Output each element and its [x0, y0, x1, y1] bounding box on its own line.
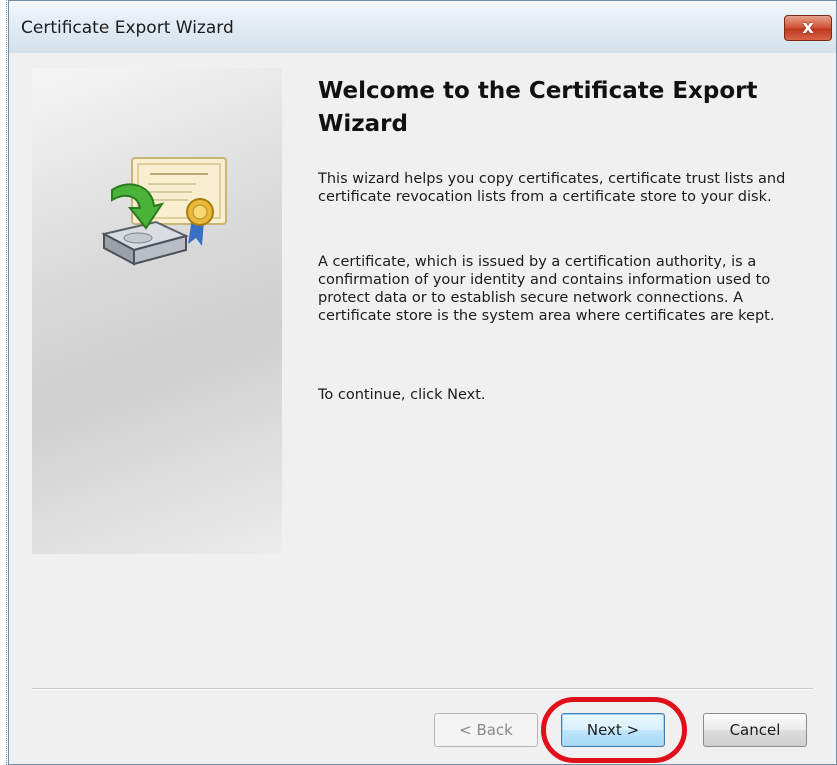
certificate-description-paragraph: A certificate, which is issued by a cert…: [318, 254, 775, 324]
window-title: Certificate Export Wizard: [21, 18, 234, 38]
wizard-side-panel: [32, 68, 282, 554]
title-bar[interactable]: Certificate Export Wizard x: [9, 1, 836, 54]
close-icon: x: [802, 17, 814, 38]
next-button[interactable]: Next >: [561, 713, 665, 747]
back-button[interactable]: < Back: [434, 713, 538, 747]
dialog-body: Welcome to the Certificate Export Wizard…: [9, 53, 836, 764]
close-button[interactable]: x: [784, 15, 832, 41]
certificate-export-wizard-dialog: Certificate Export Wizard x Welcome to t…: [8, 0, 837, 765]
intro-paragraph: This wizard helps you copy certificates,…: [318, 171, 786, 205]
cancel-button[interactable]: Cancel: [703, 713, 807, 747]
footer-separator: [32, 688, 813, 690]
certificate-export-icon: [101, 157, 227, 266]
background-edge: [0, 0, 7, 765]
wizard-heading: Welcome to the Certificate Export Wizard: [318, 78, 758, 137]
continue-instruction: To continue, click Next.: [318, 387, 486, 403]
